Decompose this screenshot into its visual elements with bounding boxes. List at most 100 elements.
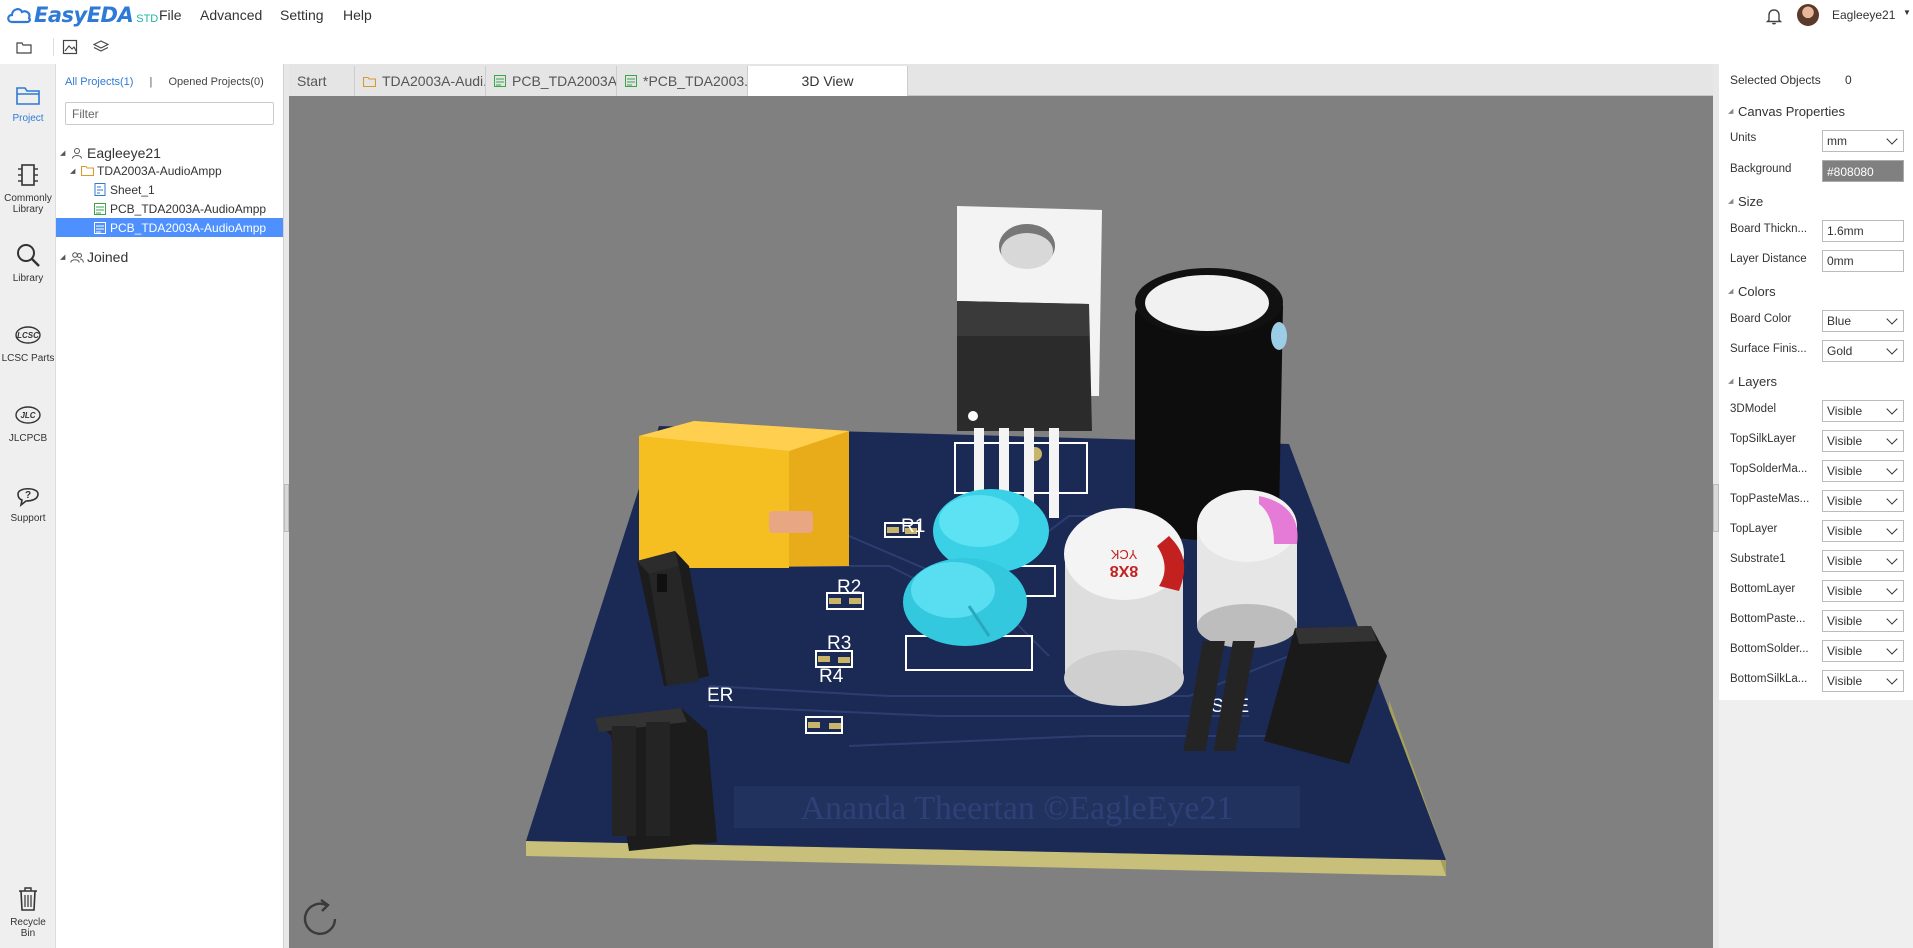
collapse-arrow-icon[interactable]: ◢ bbox=[1728, 197, 1738, 205]
layer-select-topsilk[interactable]: Visible bbox=[1822, 430, 1904, 452]
rail-project[interactable]: Project bbox=[0, 80, 56, 124]
electrolytic-capacitor-small[interactable] bbox=[1197, 490, 1298, 648]
menu-file[interactable]: File bbox=[159, 7, 182, 23]
lcsc-icon: LCSC bbox=[13, 320, 43, 350]
rail-commonly-library[interactable]: Commonly Library bbox=[0, 160, 56, 215]
username[interactable]: Eagleeye21 bbox=[1832, 8, 1895, 22]
layer-select-toppaste[interactable]: Visible bbox=[1822, 490, 1904, 512]
layer-select-substrate[interactable]: Visible bbox=[1822, 550, 1904, 572]
layer-value: Visible bbox=[1827, 584, 1863, 598]
document-tabs: Start TDA2003A-Audi... PCB_TDA2003A... *… bbox=[289, 64, 1713, 96]
notification-bell-icon[interactable] bbox=[1765, 7, 1783, 25]
collapse-arrow-icon[interactable]: ◢ bbox=[60, 149, 70, 157]
board-thickness-label: Board Thickn... bbox=[1730, 223, 1808, 235]
rotate-icon[interactable] bbox=[297, 896, 343, 942]
section-colors[interactable]: ◢ Colors bbox=[1719, 278, 1913, 304]
collapse-arrow-icon[interactable]: ◢ bbox=[1728, 287, 1738, 295]
board-color-value: Blue bbox=[1827, 314, 1852, 328]
layers-button[interactable] bbox=[90, 36, 112, 58]
rail-recycle-bin[interactable]: Recycle Bin bbox=[0, 884, 56, 939]
background-color-input[interactable]: #808080 bbox=[1822, 160, 1904, 182]
rail-support[interactable]: ? Support bbox=[0, 480, 56, 524]
rail-jlcpcb[interactable]: JLC JLCPCB bbox=[0, 400, 56, 444]
tab-start[interactable]: Start bbox=[289, 66, 355, 96]
easyeda-logo[interactable]: EasyEDA STD bbox=[6, 3, 158, 27]
layer-label-toppaste: TopPasteMas... bbox=[1730, 493, 1810, 505]
rail-lcsc-parts[interactable]: LCSC LCSC Parts bbox=[0, 320, 56, 364]
layer-select-topsoldermask[interactable]: Visible bbox=[1822, 460, 1904, 482]
units-select[interactable]: mm bbox=[1822, 130, 1904, 152]
surface-finish-value: Gold bbox=[1827, 344, 1853, 358]
rail-bin-label: Bin bbox=[20, 928, 36, 939]
board-color-select[interactable]: Blue bbox=[1822, 310, 1904, 332]
layers-icon bbox=[93, 40, 109, 52]
collapse-arrow-icon[interactable]: ◢ bbox=[1728, 377, 1738, 385]
layer-value: Visible bbox=[1827, 524, 1863, 538]
silk-r3: R3 bbox=[827, 633, 851, 654]
section-size[interactable]: ◢ Size bbox=[1719, 188, 1913, 214]
units-value: mm bbox=[1827, 134, 1847, 148]
header-connector-left-2[interactable] bbox=[595, 708, 717, 851]
tab-start-label: Start bbox=[297, 73, 327, 89]
layer-select-bottomlayer[interactable]: Visible bbox=[1822, 580, 1904, 602]
section-layers[interactable]: ◢ Layers bbox=[1719, 368, 1913, 394]
toolbar-divider bbox=[53, 38, 54, 56]
tab-3d-view[interactable]: 3D View bbox=[748, 66, 908, 96]
avatar[interactable] bbox=[1797, 4, 1819, 26]
smd-capacitor[interactable] bbox=[769, 511, 813, 533]
menu-advanced[interactable]: Advanced bbox=[200, 7, 262, 23]
tree-pcb-1[interactable]: PCB_TDA2003A-AudioAmpp bbox=[56, 199, 283, 218]
project-tabs: All Projects(1) | Opened Projects(0) bbox=[65, 76, 264, 88]
collapse-arrow-icon[interactable]: ◢ bbox=[70, 167, 80, 175]
pcb-3d-scene[interactable]: R1 R2 R3 R4 ER SPE Ananda Theertan ©Eagl… bbox=[289, 96, 1713, 948]
board-color-label: Board Color bbox=[1730, 313, 1792, 325]
tab-pcb-modified[interactable]: *PCB_TDA2003... bbox=[617, 66, 748, 96]
silk-r1: R1 bbox=[901, 516, 925, 537]
tab-all-projects[interactable]: All Projects(1) bbox=[65, 76, 133, 88]
section-canvas-properties[interactable]: ◢ Canvas Properties bbox=[1719, 98, 1913, 124]
collapse-arrow-icon[interactable]: ◢ bbox=[1728, 107, 1738, 115]
chevron-down-icon bbox=[1886, 313, 1898, 325]
layer-select-bottomsolder[interactable]: Visible bbox=[1822, 640, 1904, 662]
menu-setting[interactable]: Setting bbox=[280, 7, 324, 23]
tab-pcb-modified-label: *PCB_TDA2003... bbox=[643, 73, 748, 89]
rail-support-label: Support bbox=[10, 513, 46, 524]
filter-input[interactable] bbox=[65, 102, 274, 125]
tab-3d-view-label: 3D View bbox=[801, 73, 854, 89]
smd-electrolytic-capacitor[interactable]: 8X8 YCK bbox=[1064, 508, 1185, 706]
layer-select-bottomsilk[interactable]: Visible bbox=[1822, 670, 1904, 692]
svg-text:JLC: JLC bbox=[20, 411, 35, 420]
tree-sheet[interactable]: Sheet_1 bbox=[56, 180, 283, 199]
folder-icon bbox=[16, 42, 32, 54]
ceramic-capacitor-2[interactable] bbox=[903, 558, 1027, 646]
tree-owner[interactable]: ◢ Eagleeye21 bbox=[56, 143, 283, 162]
layer-select-toplayer[interactable]: Visible bbox=[1822, 520, 1904, 542]
tab-pcb[interactable]: PCB_TDA2003A... bbox=[486, 66, 617, 96]
menu-help[interactable]: Help bbox=[343, 7, 372, 23]
image-export-button[interactable] bbox=[59, 36, 81, 58]
chevron-down-icon[interactable]: ▼ bbox=[1903, 8, 1911, 17]
layer-label-bottompaste: BottomPaste... bbox=[1730, 613, 1806, 625]
silk-r2: R2 bbox=[837, 577, 861, 598]
collapse-arrow-icon[interactable]: ◢ bbox=[60, 253, 70, 261]
tab-opened-projects[interactable]: Opened Projects(0) bbox=[168, 76, 263, 88]
image-icon bbox=[62, 39, 78, 55]
tree-pcb-2[interactable]: PCB_TDA2003A-AudioAmpp bbox=[56, 218, 283, 237]
layer-label-topsilk: TopSilkLayer bbox=[1730, 433, 1796, 445]
yellow-box-capacitor[interactable] bbox=[639, 421, 849, 568]
open-folder-button[interactable] bbox=[13, 36, 35, 58]
tree-project[interactable]: ◢ TDA2003A-AudioAmpp bbox=[56, 161, 283, 180]
tree-joined[interactable]: ◢ Joined bbox=[56, 247, 283, 266]
rail-library-label-main: Library bbox=[12, 273, 44, 284]
3d-viewport[interactable]: R1 R2 R3 R4 ER SPE Ananda Theertan ©Eagl… bbox=[289, 96, 1713, 948]
layer-value: Visible bbox=[1827, 614, 1863, 628]
rail-library[interactable]: Library bbox=[0, 240, 56, 284]
layer-select-3dmodel[interactable]: Visible bbox=[1822, 400, 1904, 422]
silk-r4: R4 bbox=[819, 666, 844, 687]
tab-schematic[interactable]: TDA2003A-Audi... bbox=[355, 66, 486, 96]
layer-select-bottompaste[interactable]: Visible bbox=[1822, 610, 1904, 632]
tab-schematic-label: TDA2003A-Audi... bbox=[382, 73, 486, 89]
layer-distance-input[interactable]: 0mm bbox=[1822, 250, 1904, 272]
board-thickness-input[interactable]: 1.6mm bbox=[1822, 220, 1904, 242]
surface-finish-select[interactable]: Gold bbox=[1822, 340, 1904, 362]
